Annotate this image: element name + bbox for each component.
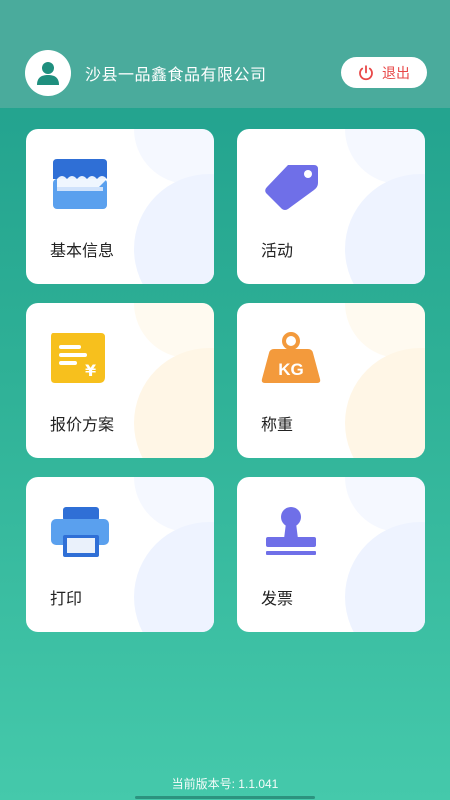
printer-icon (51, 507, 109, 557)
menu-card-label: 称重 (261, 417, 294, 434)
menu-card-basic-info[interactable]: 基本信息 (26, 129, 214, 284)
menu-card-label: 活动 (261, 243, 294, 260)
company-name: 沙县一品鑫食品有限公司 (85, 67, 267, 84)
logout-label: 退出 (382, 64, 410, 81)
avatar[interactable] (25, 50, 71, 96)
menu-card-weighing[interactable]: KG 称重 (237, 303, 425, 458)
home-indicator[interactable] (135, 796, 315, 799)
header-bar (0, 0, 450, 108)
user-icon (37, 62, 59, 85)
menu-card-label: 打印 (50, 591, 83, 608)
menu-card-label: 基本信息 (50, 243, 115, 260)
menu-card-activity[interactable]: 活动 (237, 129, 425, 284)
power-icon (359, 64, 373, 80)
stamp-icon (266, 507, 316, 555)
svg-text:¥: ¥ (85, 361, 96, 380)
menu-card-print[interactable]: 打印 (26, 477, 214, 632)
menu-card-label: 发票 (261, 591, 294, 608)
logout-button[interactable]: 退出 (341, 57, 427, 88)
tag-icon (265, 165, 318, 210)
menu-card-label: 报价方案 (50, 417, 115, 434)
menu-card-invoice[interactable]: 发票 (237, 477, 425, 632)
store-icon (53, 159, 107, 209)
version-text: 当前版本号: 1.1.041 (171, 777, 279, 791)
menu-card-quote-plan[interactable]: ¥ 报价方案 (26, 303, 214, 458)
weight-kg-text: KG (278, 360, 304, 379)
weight-kg-icon: KG (261, 332, 321, 383)
quote-doc-icon: ¥ (51, 333, 105, 383)
